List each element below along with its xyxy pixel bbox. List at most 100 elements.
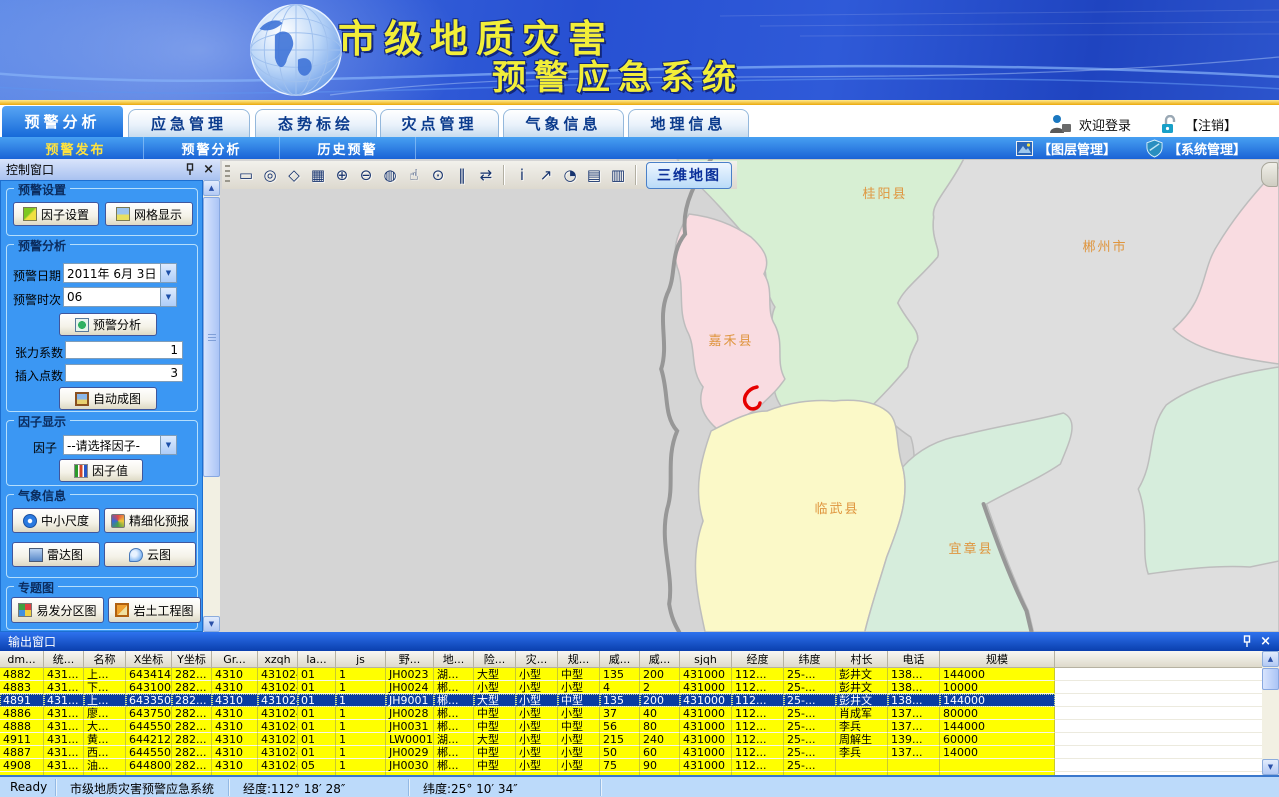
table-row[interactable]: 4908431...油...644800282...4310431024051J…	[0, 759, 1262, 772]
tension-coefficient-input[interactable]	[65, 341, 183, 359]
pan-icon[interactable]: ☝	[402, 163, 426, 187]
table-cell: 643414	[126, 668, 172, 681]
column-header[interactable]: X坐标	[126, 651, 172, 667]
measure-circle-icon[interactable]: ◎	[258, 163, 282, 187]
main-tab-3[interactable]: 态势标绘	[255, 109, 377, 137]
grid-select-icon[interactable]: ▦	[306, 163, 330, 187]
main-tab-6[interactable]: 地理信息	[628, 109, 749, 137]
chevron-down-icon[interactable]: ▼	[160, 288, 176, 306]
export-icon[interactable]: ↗	[534, 163, 558, 187]
swap-refresh-icon[interactable]: ⇄	[474, 163, 498, 187]
column-header[interactable]: 威...	[600, 651, 640, 667]
column-header[interactable]: Gr...	[212, 651, 258, 667]
sub-tab-3[interactable]: 历史预警	[280, 137, 416, 159]
gauge-icon[interactable]: ◔	[558, 163, 582, 187]
map-corner-widget[interactable]	[1261, 162, 1278, 187]
system-management-button[interactable]: 【系统管理】	[1146, 137, 1246, 159]
control-panel-pin-icon[interactable]	[185, 163, 195, 176]
welcome-login[interactable]: 欢迎登录	[1048, 113, 1131, 135]
toolbar-grip[interactable]	[225, 165, 230, 185]
output-pin-icon[interactable]	[1242, 635, 1252, 648]
scroll-up-icon[interactable]: ▲	[1262, 651, 1279, 667]
identify-icon[interactable]: i	[510, 163, 534, 187]
column-header[interactable]: xzqh	[258, 651, 298, 667]
table-row[interactable]: 4888431...大...644550282...4310431024011J…	[0, 720, 1262, 733]
column-header[interactable]: js	[336, 651, 386, 667]
radar-map-button[interactable]: 雷达图	[12, 542, 100, 567]
table-row[interactable]: 4887431...西...644550282...4310431024011J…	[0, 746, 1262, 759]
column-header[interactable]: 野...	[386, 651, 434, 667]
scroll-up-icon[interactable]: ▲	[203, 180, 220, 196]
meso-scale-button[interactable]: 中小尺度	[12, 508, 100, 533]
column-header[interactable]: 村长	[836, 651, 888, 667]
chevron-down-icon[interactable]: ▼	[160, 436, 176, 454]
scroll-down-icon[interactable]: ▼	[1262, 759, 1279, 775]
pause-icon[interactable]: ‖	[450, 163, 474, 187]
column-header[interactable]: 险...	[474, 651, 516, 667]
column-header[interactable]: 规模	[940, 651, 1055, 667]
column-header[interactable]: 威...	[640, 651, 680, 667]
refined-forecast-button[interactable]: 精细化预报	[104, 508, 196, 533]
output-close-icon[interactable]: ×	[1260, 637, 1271, 647]
warning-time-select[interactable]: 06 ▼	[63, 287, 177, 307]
control-panel-close-icon[interactable]: ×	[203, 165, 214, 175]
print-preview-icon[interactable]: ▥	[606, 163, 630, 187]
sub-tab-2[interactable]: 预警分析	[144, 137, 280, 159]
grid-display-button[interactable]: 网格显示	[105, 202, 193, 226]
warning-analyze-icon	[75, 318, 89, 332]
factor-settings-button[interactable]: 因子设置	[13, 202, 99, 226]
zoning-map-button[interactable]: 易发分区图	[11, 597, 104, 623]
auto-map-button[interactable]: 自动成图	[59, 387, 157, 410]
table-cell: 431000	[680, 707, 732, 720]
factor-select[interactable]: --请选择因子- ▼	[63, 435, 177, 455]
print-icon[interactable]: ▤	[582, 163, 606, 187]
chevron-down-icon[interactable]: ▼	[160, 264, 176, 282]
warning-analyze-button[interactable]: 预警分析	[59, 313, 157, 336]
globe-icon	[248, 2, 344, 98]
table-row[interactable]: 4886431...廖...643750282...4310431024011J…	[0, 707, 1262, 720]
table-row[interactable]: 4911431...黄...644212282...4310431025011L…	[0, 733, 1262, 746]
column-header[interactable]: 名称	[84, 651, 126, 667]
measure-distance-icon[interactable]: ▭	[234, 163, 258, 187]
column-header[interactable]: la...	[298, 651, 336, 667]
column-header[interactable]: 地...	[434, 651, 474, 667]
zoom-in-icon[interactable]: ⊕	[330, 163, 354, 187]
cloud-map-button[interactable]: 云图	[104, 542, 196, 567]
main-tab-5[interactable]: 气象信息	[503, 109, 624, 137]
sub-tab-1[interactable]: 预警发布	[8, 137, 144, 159]
column-header[interactable]: 灾...	[516, 651, 558, 667]
column-header[interactable]: sjqh	[680, 651, 732, 667]
output-scrollbar[interactable]: ▲ ▼	[1262, 651, 1279, 775]
control-panel-scrollbar[interactable]: ▲ ▼	[203, 180, 220, 632]
geotech-map-button[interactable]: 岩土工程图	[108, 597, 201, 623]
table-row[interactable]: 4891431...上...643350282...4310431024011J…	[0, 694, 1262, 707]
main-tab-4[interactable]: 灾点管理	[380, 109, 499, 137]
column-header[interactable]: 经度	[732, 651, 784, 667]
map-3d-button[interactable]: 三维地图	[646, 162, 732, 189]
scrollbar-thumb[interactable]	[203, 197, 220, 477]
column-header[interactable]: Y坐标	[172, 651, 212, 667]
map-canvas[interactable]: 桂阳县郴州市嘉禾县临武县宜章县 ▭◎◇▦⊕⊖◍☝⊙‖⇄i↗◔▤▥ 三维地图	[220, 159, 1279, 632]
warning-date-select[interactable]: 2011年 6月 3日 ▼	[63, 263, 177, 283]
column-header[interactable]: 电话	[888, 651, 940, 667]
table-row[interactable]: 4882431...上...643414282...4310431024011J…	[0, 668, 1262, 681]
table-cell: 中型	[474, 720, 516, 733]
logout-button[interactable]: 【注销】	[1160, 113, 1237, 135]
zoom-out-icon[interactable]: ⊖	[354, 163, 378, 187]
scrollbar-thumb[interactable]	[1262, 668, 1279, 690]
scroll-down-icon[interactable]: ▼	[203, 616, 220, 632]
measure-polygon-icon[interactable]: ◇	[282, 163, 306, 187]
main-tab-1[interactable]: 预警分析	[2, 106, 123, 137]
table-row[interactable]: 4883431...下...643100282...4310431024011J…	[0, 681, 1262, 694]
column-header[interactable]: 纬度	[784, 651, 836, 667]
column-header[interactable]: 统...	[44, 651, 84, 667]
factor-value-button[interactable]: 因子值	[59, 459, 143, 482]
zoom-box-icon[interactable]: ⊙	[426, 163, 450, 187]
insert-points-input[interactable]	[65, 364, 183, 382]
control-panel-title: 控制窗口	[6, 161, 54, 178]
column-header[interactable]: 规...	[558, 651, 600, 667]
main-tab-2[interactable]: 应急管理	[128, 109, 250, 137]
full-extent-icon[interactable]: ◍	[378, 163, 402, 187]
layer-management-button[interactable]: 【图层管理】	[1016, 137, 1116, 159]
column-header[interactable]: dm...	[0, 651, 44, 667]
